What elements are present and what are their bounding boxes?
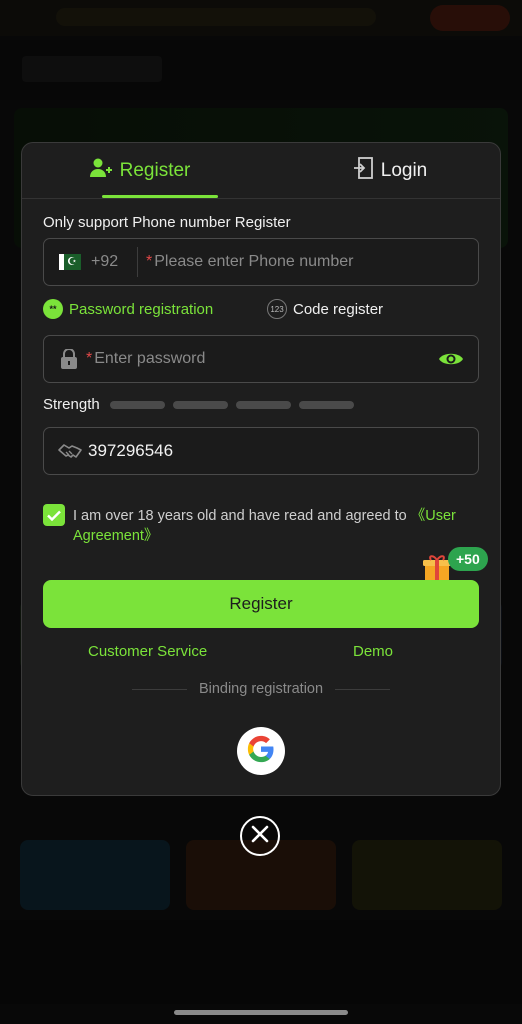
phone-field: ☪ +92 * [43, 238, 479, 286]
strength-label: Strength [43, 396, 100, 413]
add-user-icon [89, 158, 112, 184]
agreement-text: I am over 18 years old and have read and… [73, 506, 483, 546]
phone-input[interactable] [152, 253, 478, 271]
bonus-badge: +50 [448, 547, 488, 571]
binding-registration-divider: Binding registration [132, 679, 391, 699]
lock-icon [60, 348, 78, 369]
bonus-gift: +50 [422, 547, 488, 583]
code-register-option[interactable]: 123 Code register [267, 299, 383, 319]
close-dialog-button[interactable] [240, 816, 280, 856]
agreement-checkbox[interactable] [43, 504, 65, 526]
demo-link[interactable]: Demo [353, 643, 393, 660]
close-icon [250, 824, 270, 849]
customer-service-link[interactable]: Customer Service [88, 643, 207, 660]
register-button[interactable]: Register [43, 580, 479, 628]
login-door-icon [353, 157, 373, 185]
gift-icon [422, 553, 451, 582]
code-register-label: Code register [293, 300, 384, 318]
password-registration-option[interactable]: ** Password registration [43, 299, 213, 319]
password-input[interactable] [92, 350, 438, 368]
active-tab-indicator [102, 195, 218, 198]
handshake-icon [58, 442, 82, 460]
code-123-icon: 123 [267, 299, 287, 319]
support-links: Customer Service Demo [22, 643, 500, 663]
invite-code-field[interactable]: 397296546 [43, 427, 479, 475]
register-dialog: Register Login Only support Phone number… [21, 142, 501, 796]
strength-meter [109, 400, 354, 409]
tab-register-label: Register [119, 160, 191, 181]
tab-login-label: Login [380, 160, 428, 181]
password-registration-label: Password registration [69, 300, 214, 318]
password-field: * [43, 335, 479, 383]
google-login-button[interactable] [237, 727, 285, 775]
binding-registration-label: Binding registration [198, 681, 324, 697]
system-gesture-bar [174, 1010, 348, 1015]
pakistan-flag-icon: ☪ [59, 254, 81, 270]
google-icon [246, 734, 276, 769]
country-code[interactable]: +92 [91, 253, 129, 271]
password-dots-icon: ** [43, 299, 63, 319]
agreement-statement: I am over 18 years old and have read and… [73, 508, 411, 524]
tab-register[interactable]: Register [42, 143, 238, 199]
agreement-row: I am over 18 years old and have read and… [43, 504, 479, 544]
password-strength: Strength [43, 396, 354, 413]
support-label: Only support Phone number Register [43, 214, 291, 231]
eye-icon[interactable] [438, 350, 464, 368]
tab-login[interactable]: Login [292, 143, 488, 199]
invite-code-value: 397296546 [88, 441, 174, 460]
registration-options: ** Password registration 123 Code regist… [43, 299, 479, 323]
auth-tabs: Register Login [22, 143, 500, 199]
field-divider [137, 247, 138, 277]
